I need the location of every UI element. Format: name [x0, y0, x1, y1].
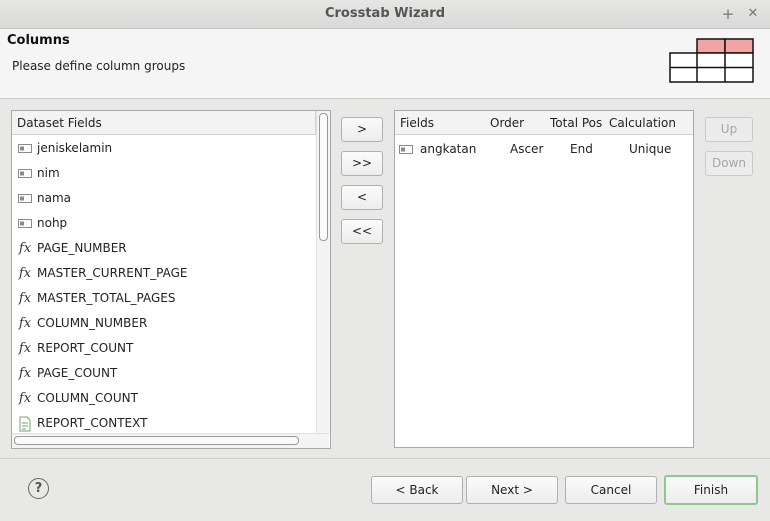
- close-window-icon[interactable]: ✕: [743, 4, 763, 24]
- finish-button[interactable]: Finish: [664, 475, 758, 505]
- list-item[interactable]: fx MASTER_CURRENT_PAGE: [12, 261, 316, 286]
- fx-icon: fx: [18, 266, 32, 281]
- dataset-fields-list[interactable]: Dataset Fields jeniskelamin nim nama nohp fx…: [11, 110, 331, 449]
- cancel-button[interactable]: Cancel: [565, 476, 657, 504]
- field-label: PAGE_COUNT: [37, 366, 118, 380]
- column-groups-table[interactable]: Fields Order Total Pos Calculation angka…: [394, 110, 694, 448]
- field-label: REPORT_COUNT: [37, 341, 134, 355]
- list-item[interactable]: nama: [12, 186, 316, 211]
- calculation-column-header[interactable]: Calculation: [604, 111, 693, 135]
- wizard-header: Columns Please define column groups: [0, 29, 770, 99]
- horizontal-scrollbar[interactable]: [12, 433, 329, 448]
- context-icon: [16, 411, 34, 432]
- list-item[interactable]: fx COLUMN_COUNT: [12, 386, 316, 411]
- field-label: REPORT_CONTEXT: [37, 416, 148, 430]
- help-icon[interactable]: ?: [28, 478, 49, 499]
- field-label: COLUMN_COUNT: [37, 391, 138, 405]
- group-order: Ascer: [510, 142, 544, 156]
- title-bar: Crosstab Wizard + ✕: [0, 0, 770, 29]
- group-field-name: angkatan: [420, 142, 477, 156]
- next-button[interactable]: Next >: [466, 476, 558, 504]
- field-label: nohp: [37, 216, 68, 230]
- move-down-button[interactable]: Down: [705, 151, 753, 176]
- list-item[interactable]: REPORT_CONTEXT: [12, 411, 316, 432]
- remove-selected-button[interactable]: <: [341, 185, 383, 210]
- list-item[interactable]: fx MASTER_TOTAL_PAGES: [12, 286, 316, 311]
- group-total-position: End: [570, 142, 593, 156]
- list-item[interactable]: fx REPORT_COUNT: [12, 336, 316, 361]
- remove-all-button[interactable]: <<: [341, 219, 383, 244]
- list-item[interactable]: nohp: [12, 211, 316, 236]
- window-title: Crosstab Wizard: [324, 6, 446, 21]
- group-calculation: Unique: [629, 142, 672, 156]
- fx-icon: fx: [18, 341, 32, 356]
- field-label: MASTER_TOTAL_PAGES: [37, 291, 176, 305]
- field-label: MASTER_CURRENT_PAGE: [37, 266, 188, 280]
- list-item[interactable]: nim: [12, 161, 316, 186]
- field-label: PAGE_NUMBER: [37, 241, 127, 255]
- dataset-fields-rows: jeniskelamin nim nama nohp fx PAGE_NUMBER fx MA…: [12, 136, 316, 432]
- vertical-scrollbar[interactable]: [316, 111, 330, 433]
- vertical-scrollbar-thumb[interactable]: [319, 113, 328, 241]
- total-position-column-header[interactable]: Total Pos: [545, 111, 605, 135]
- field-label: nim: [37, 166, 60, 180]
- list-item[interactable]: fx PAGE_NUMBER: [12, 236, 316, 261]
- table-row[interactable]: angkatan Ascer End Unique: [395, 137, 693, 162]
- fx-icon: fx: [18, 366, 32, 381]
- order-column-header[interactable]: Order: [485, 111, 546, 135]
- field-label: COLUMN_NUMBER: [37, 316, 148, 330]
- field-icon: [16, 136, 34, 161]
- fx-icon: fx: [18, 291, 32, 306]
- field-label: jeniskelamin: [37, 141, 113, 155]
- list-item[interactable]: fx PAGE_COUNT: [12, 361, 316, 386]
- page-description: Please define column groups: [12, 59, 186, 73]
- field-icon: [399, 145, 413, 154]
- field-icon: [16, 211, 34, 236]
- field-label: nama: [37, 191, 72, 205]
- add-selected-button[interactable]: >: [341, 117, 383, 142]
- horizontal-scrollbar-thumb[interactable]: [14, 436, 299, 445]
- back-button[interactable]: < Back: [371, 476, 463, 504]
- list-item[interactable]: jeniskelamin: [12, 136, 316, 161]
- fx-icon: fx: [18, 241, 32, 256]
- move-up-button[interactable]: Up: [705, 117, 753, 142]
- add-window-icon[interactable]: +: [718, 4, 738, 24]
- fields-column-header[interactable]: Fields: [395, 111, 486, 135]
- dataset-fields-header: Dataset Fields: [12, 111, 316, 135]
- list-item[interactable]: fx COLUMN_NUMBER: [12, 311, 316, 336]
- fx-icon: fx: [18, 316, 32, 331]
- field-icon: [16, 161, 34, 186]
- field-icon: [16, 186, 34, 211]
- page-title: Columns: [7, 33, 70, 48]
- fx-icon: fx: [18, 391, 32, 406]
- crosstab-grid-icon: [669, 38, 754, 83]
- add-all-button[interactable]: >>: [341, 151, 383, 176]
